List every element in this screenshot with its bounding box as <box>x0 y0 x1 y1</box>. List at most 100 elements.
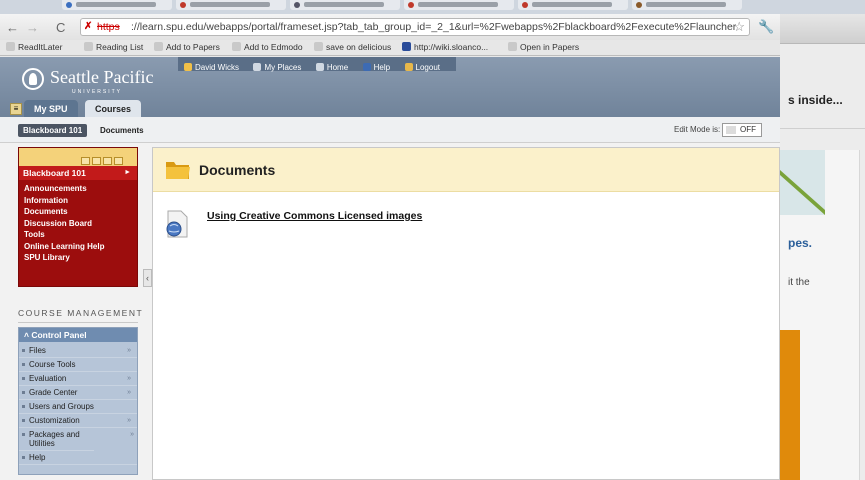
breadcrumb-course[interactable]: Blackboard 101 <box>18 124 88 137</box>
background-text-1: s inside... <box>788 93 843 107</box>
nav-my-places[interactable]: My Places <box>253 61 301 75</box>
control-panel-title[interactable]: ˄ Control Panel <box>19 328 137 342</box>
bookmark[interactable]: Add to Edmodo <box>232 42 303 52</box>
file-icon <box>166 210 188 238</box>
star-icon[interactable]: ☆ <box>733 19 745 35</box>
wrench-icon[interactable]: 🔧 <box>758 19 774 35</box>
nav-help[interactable]: Help <box>362 61 390 75</box>
forward-icon[interactable]: → <box>26 20 39 35</box>
edit-mode-label: Edit Mode is: <box>674 125 721 134</box>
tab-menu-icon[interactable]: ≡ <box>10 103 22 115</box>
course-menu-item-online-learning-help[interactable]: Online Learning Help <box>19 241 137 253</box>
control-panel-item-customization[interactable]: Customization» <box>19 414 137 428</box>
chevron-right-icon: » <box>127 389 131 396</box>
course-menu-item-documents[interactable]: Documents <box>19 206 137 218</box>
university-logo[interactable]: Seattle Pacific UNIVERSITY <box>22 65 172 101</box>
home-icon <box>315 63 324 71</box>
edit-mode-toggle[interactable]: OFF <box>722 123 762 137</box>
divider <box>780 128 865 129</box>
course-menu-item-spu-library[interactable]: SPU Library <box>19 252 137 264</box>
bookmark-icon <box>508 42 517 51</box>
bookmark[interactable]: Reading List <box>84 42 143 52</box>
nav-logout[interactable]: Logout <box>404 61 440 75</box>
nav-user[interactable]: David Wicks <box>184 61 239 75</box>
insecure-lock-icon[interactable]: ✗ <box>84 21 94 33</box>
url-scheme: https <box>97 21 120 33</box>
course-menu-item-announcements[interactable]: Announcements <box>19 183 137 195</box>
chevron-right-icon: » <box>127 347 131 354</box>
bookmark[interactable]: Open in Papers <box>508 42 579 52</box>
course-management-title: COURSE MANAGEMENT <box>18 308 144 318</box>
course-menu-title[interactable]: Blackboard 101 ► <box>19 166 137 180</box>
collapse-menu-handle[interactable]: ‹ <box>143 269 152 287</box>
window-icon[interactable] <box>103 157 112 165</box>
logout-icon <box>404 63 413 71</box>
browser-tab[interactable] <box>176 0 286 10</box>
background-window: s inside... pes. it the <box>780 0 865 480</box>
refresh-icon[interactable] <box>114 157 123 165</box>
bookmark-icon <box>402 42 411 51</box>
view-folder-icon[interactable] <box>92 157 101 165</box>
divider <box>18 322 138 323</box>
blackboard-page: Seattle Pacific UNIVERSITY David Wicks M… <box>0 57 780 480</box>
bookmark-icon <box>314 42 323 51</box>
browser-tab[interactable] <box>632 0 742 10</box>
control-panel-item-users-and-groups[interactable]: Users and Groups <box>19 400 137 414</box>
chevron-right-icon: » <box>127 417 131 424</box>
content-item-link[interactable]: Using Creative Commons Licensed images <box>207 210 422 222</box>
browser-tab[interactable] <box>518 0 628 10</box>
folder-icon <box>166 162 190 179</box>
bookmark[interactable]: save on delicious <box>314 42 391 52</box>
back-icon[interactable]: ← <box>6 20 19 35</box>
reload-icon[interactable]: C <box>56 20 65 35</box>
view-list-icon[interactable] <box>81 157 90 165</box>
control-panel-item-help[interactable]: Help <box>19 451 137 465</box>
control-panel-item-grade-center[interactable]: Grade Center» <box>19 386 137 400</box>
browser-tab[interactable] <box>62 0 172 10</box>
logo-subtitle: UNIVERSITY <box>72 89 123 95</box>
chevron-right-icon: » <box>127 375 131 382</box>
bookmark[interactable]: Add to Papers <box>154 42 220 52</box>
course-menu-item-discussion-board[interactable]: Discussion Board <box>19 218 137 230</box>
main-tabs: ≡ My SPU Courses <box>10 99 144 118</box>
course-menu: Blackboard 101 ► Announcements Informati… <box>18 147 138 287</box>
site-header: Seattle Pacific UNIVERSITY David Wicks M… <box>0 57 780 118</box>
content-title: Documents <box>199 162 276 178</box>
course-menu-title-text: Blackboard 101 <box>23 168 86 178</box>
breadcrumb-current: Documents <box>100 126 144 135</box>
url-field[interactable]: ✗ https ://learn.spu.edu/webapps/portal/… <box>80 18 750 36</box>
nav-home[interactable]: Home <box>315 61 348 75</box>
breadcrumb: Blackboard 101 Documents Edit Mode is: O… <box>0 117 780 143</box>
course-menu-item-tools[interactable]: Tools <box>19 229 137 241</box>
tab-courses[interactable]: Courses <box>84 100 141 118</box>
logo-name: Seattle Pacific <box>50 67 154 87</box>
control-panel-item-course-tools[interactable]: Course Tools <box>19 358 137 372</box>
chevron-right-icon: ► <box>124 169 131 176</box>
bookmark[interactable]: http://wiki.sloanco... <box>402 42 488 52</box>
bookmark[interactable]: ReadItLater <box>6 42 62 52</box>
bookmark-icon <box>232 42 241 51</box>
bookmark-icon <box>154 42 163 51</box>
bookmarks-bar: ReadItLater Reading List Add to Papers A… <box>0 40 780 56</box>
content-header: Documents <box>153 148 779 192</box>
course-menu-item-information[interactable]: Information <box>19 195 137 207</box>
top-nav: David Wicks My Places Home Help Logout <box>178 57 456 72</box>
chevron-right-icon: » <box>130 431 134 438</box>
background-text-3: it the <box>788 277 810 288</box>
control-panel-item-evaluation[interactable]: Evaluation» <box>19 372 137 386</box>
control-panel-item-packages-and-utilities[interactable]: Packages and Utilities» <box>19 428 134 451</box>
content-area: Documents Using Creative Commons License… <box>152 147 780 480</box>
control-panel-item-files[interactable]: Files» <box>19 344 137 358</box>
help-icon <box>362 63 371 71</box>
browser-tab-strip <box>0 0 865 14</box>
browser-window: ← → C ✗ https ://learn.spu.edu/webapps/p… <box>0 0 865 480</box>
control-panel: ˄ Control Panel Files» Course Tools Eval… <box>18 327 138 475</box>
background-image <box>780 150 825 215</box>
content-item: Using Creative Commons Licensed images <box>165 210 745 240</box>
browser-tab[interactable] <box>290 0 400 10</box>
url-text: ://learn.spu.edu/webapps/portal/frameset… <box>131 21 736 33</box>
tab-my-spu[interactable]: My SPU <box>24 100 78 118</box>
seal-icon <box>22 68 44 90</box>
bookmark-icon <box>84 42 93 51</box>
browser-tab[interactable] <box>404 0 514 10</box>
